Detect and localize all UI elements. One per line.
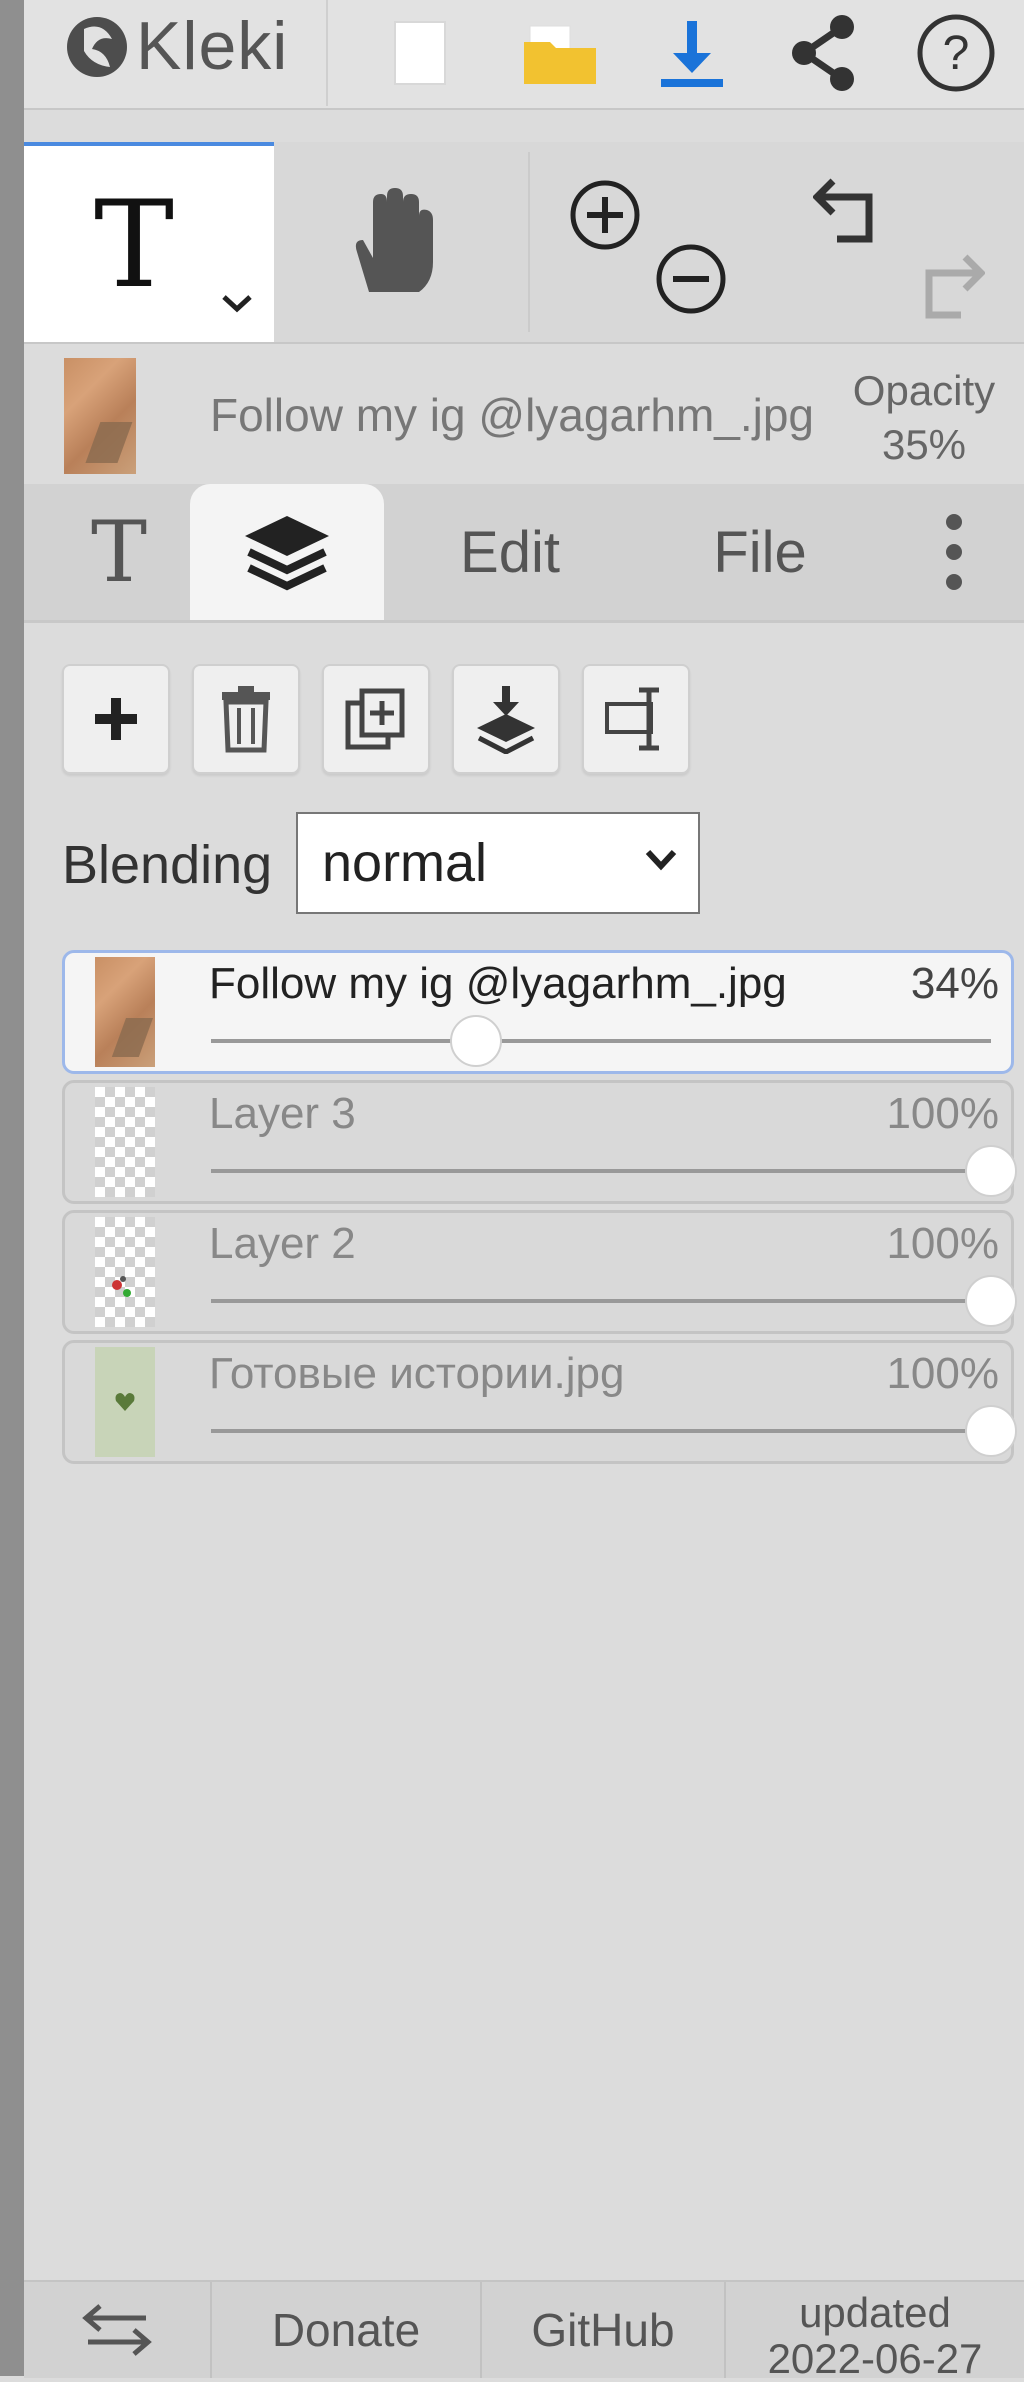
layer-opacity-slider[interactable] [211,1015,991,1067]
layers-icon [245,516,329,591]
layer-item[interactable]: Follow my ig @lyagarhm_.jpg 34% [62,950,1014,1074]
undo-icon [813,178,873,243]
layer-thumbnail [95,1087,155,1197]
slider-knob[interactable] [965,1405,1017,1457]
rename-layer-icon [605,687,659,751]
layer-thumbnail [64,358,136,474]
text-tool-icon: T [94,176,175,315]
layer-opacity-slider[interactable] [211,1275,1017,1327]
rename-layer-button[interactable] [582,664,690,774]
top-bar: Kleki ? [24,0,1024,110]
layer-opacity: 100% [886,1089,999,1138]
svg-text:?: ? [943,27,970,80]
undo-button[interactable] [808,166,898,256]
duplicate-layer-button[interactable] [322,664,430,774]
swap-arrows-icon [82,2304,152,2356]
current-layer-opacity: Opacity 35% [852,367,996,468]
tool-row: T [24,142,1024,344]
more-menu-button[interactable] [904,484,1004,620]
kleki-logo[interactable]: Kleki [62,6,288,86]
help-button[interactable]: ? [896,0,1016,106]
text-tool-button[interactable]: T [24,142,274,342]
layer-item[interactable]: Layer 3 100% [62,1080,1017,1204]
current-layer-name: Follow my ig @lyagarhm_.jpg [210,389,815,441]
tab-brush[interactable]: T [44,484,194,620]
layer-opacity-slider[interactable] [211,1145,1017,1197]
layer-opacity: 100% [886,1349,999,1398]
layer-item[interactable]: Готовые истории.jpg 100% [62,1340,1017,1464]
blending-select[interactable]: normal [296,812,700,914]
new-file-button[interactable] [360,0,480,106]
tab-file[interactable]: File [660,484,860,620]
footer: Donate GitHub updated 2022-06-27 [24,2280,1024,2382]
layer-thumbnail [95,1347,155,1457]
share-icon [792,15,854,91]
panel-tabs: T Edit File [24,484,1024,623]
zoom-out-button[interactable] [646,234,736,324]
slider-knob[interactable] [450,1015,503,1067]
blending-value: normal [322,833,488,893]
tab-edit[interactable]: Edit [410,484,610,620]
more-vertical-icon [946,514,962,590]
updated-date[interactable]: updated 2022-06-27 [726,2290,1024,2382]
zoom-out-icon [656,244,726,314]
layer-item[interactable]: Layer 2 100% [62,1210,1017,1334]
layer-opacity-slider[interactable] [211,1405,1017,1457]
delete-layer-icon [222,686,270,753]
current-layer-info: Follow my ig @lyagarhm_.jpg Opacity 35% [24,344,1024,484]
swap-side-button[interactable] [24,2282,210,2378]
add-layer-button[interactable] [62,664,170,774]
delete-layer-button[interactable] [192,664,300,774]
layer-sketch-mark [112,1276,131,1297]
duplicate-layer-icon [345,688,405,750]
hand-tool-icon [355,188,433,292]
redo-icon [925,254,985,319]
layer-name: Готовые истории.jpg [209,1349,625,1398]
donate-link[interactable]: Donate [212,2282,480,2378]
add-layer-icon [95,698,137,740]
layer-thumbnail [95,1217,155,1327]
layer-name: Layer 2 [209,1219,356,1268]
open-folder-icon [524,25,596,84]
redo-button[interactable] [900,242,990,332]
open-file-button[interactable] [500,0,620,106]
chevron-down-icon [645,849,677,871]
chevron-down-icon[interactable] [220,291,254,315]
merge-down-icon [477,686,535,754]
hand-tool-button[interactable] [324,172,454,312]
text-tool-tab-icon: T [90,503,148,601]
side-panel: Kleki ? T Follow my ig @lyagarhm_.jpg Op… [24,0,1024,2382]
blending-label: Blending [62,835,273,895]
slider-knob[interactable] [965,1275,1017,1327]
layer-opacity: 34% [910,959,999,1008]
canvas-edge [0,0,24,2376]
zoom-in-icon [570,180,640,250]
help-icon: ? [917,14,995,92]
slider-knob[interactable] [965,1145,1017,1197]
new-file-icon [394,21,446,85]
share-button[interactable] [764,0,884,106]
tab-layers[interactable] [190,484,384,620]
heart-icon [115,1393,135,1411]
download-icon [661,21,723,87]
layer-thumbnail [95,957,155,1067]
layer-name: Layer 3 [209,1089,356,1138]
layer-name: Follow my ig @lyagarhm_.jpg [209,959,787,1008]
merge-down-button[interactable] [452,664,560,774]
kleki-logo-icon [67,17,127,77]
save-button[interactable] [632,0,752,106]
zoom-in-button[interactable] [560,170,650,260]
app-name: Kleki [136,8,289,84]
layer-opacity: 100% [886,1219,999,1268]
github-link[interactable]: GitHub [482,2282,724,2378]
